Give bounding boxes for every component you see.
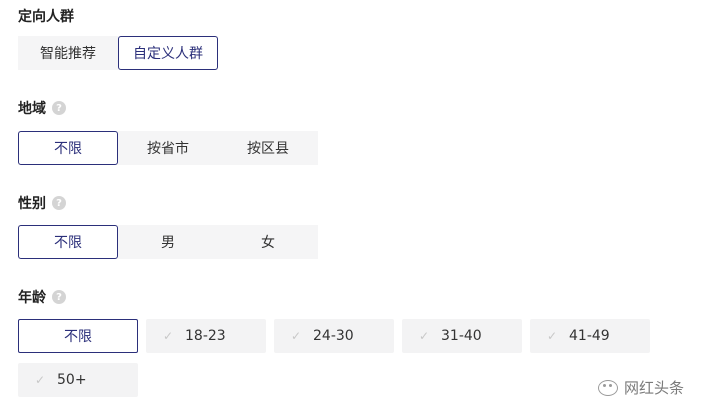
- audience-title-text: 定向人群: [18, 9, 74, 25]
- check-icon: ✓: [419, 329, 430, 343]
- age-option-18-23[interactable]: ✓ 18-23: [146, 319, 266, 353]
- check-icon: ✓: [547, 329, 558, 343]
- wechat-icon: [597, 379, 618, 396]
- audience-title: 定向人群: [18, 6, 74, 26]
- region-segmented-control: 不限 按省市 按区县: [18, 131, 318, 165]
- age-option-label: 31-40: [441, 328, 482, 344]
- check-icon: ✓: [163, 329, 174, 343]
- audience-option-custom[interactable]: 自定义人群: [118, 36, 218, 70]
- gender-option-female[interactable]: 女: [218, 225, 318, 259]
- check-icon: ✓: [291, 329, 302, 343]
- region-title-text: 地域: [18, 101, 46, 117]
- age-option-label: 不限: [64, 329, 92, 345]
- age-options-row-1: 不限 ✓ 18-23 ✓ 24-30 ✓ 31-40 ✓ 41-49: [18, 319, 650, 353]
- age-option-31-40[interactable]: ✓ 31-40: [402, 319, 522, 353]
- gender-option-male[interactable]: 男: [118, 225, 218, 259]
- region-title: 地域 ?: [18, 98, 66, 118]
- audience-segmented-control: 智能推荐 自定义人群: [18, 36, 218, 70]
- age-option-50-plus[interactable]: ✓ 50+: [18, 363, 138, 397]
- age-title-text: 年龄: [18, 290, 46, 306]
- question-circle-icon[interactable]: ?: [52, 101, 66, 115]
- age-title: 年龄 ?: [18, 287, 66, 307]
- age-option-41-49[interactable]: ✓ 41-49: [530, 319, 650, 353]
- age-options-row-2: ✓ 50+: [18, 363, 138, 397]
- gender-title: 性别 ?: [18, 193, 66, 213]
- gender-segmented-control: 不限 男 女: [18, 225, 318, 259]
- gender-option-unlimited[interactable]: 不限: [18, 225, 118, 259]
- watermark-text: 网红头条: [623, 379, 684, 397]
- age-option-label: 50+: [57, 372, 87, 388]
- region-option-province[interactable]: 按省市: [118, 131, 218, 165]
- check-icon: ✓: [35, 373, 46, 387]
- age-option-24-30[interactable]: ✓ 24-30: [274, 319, 394, 353]
- age-option-label: 18-23: [185, 328, 226, 344]
- age-option-unlimited[interactable]: 不限: [18, 319, 138, 353]
- region-option-county[interactable]: 按区县: [218, 131, 318, 165]
- question-circle-icon[interactable]: ?: [52, 290, 66, 304]
- gender-title-text: 性别: [18, 196, 46, 212]
- age-option-label: 24-30: [313, 328, 354, 344]
- age-option-label: 41-49: [569, 328, 610, 344]
- audience-option-smart[interactable]: 智能推荐: [18, 36, 118, 70]
- question-circle-icon[interactable]: ?: [52, 196, 66, 210]
- watermark: 网红头条: [597, 377, 684, 398]
- region-option-unlimited[interactable]: 不限: [18, 131, 118, 165]
